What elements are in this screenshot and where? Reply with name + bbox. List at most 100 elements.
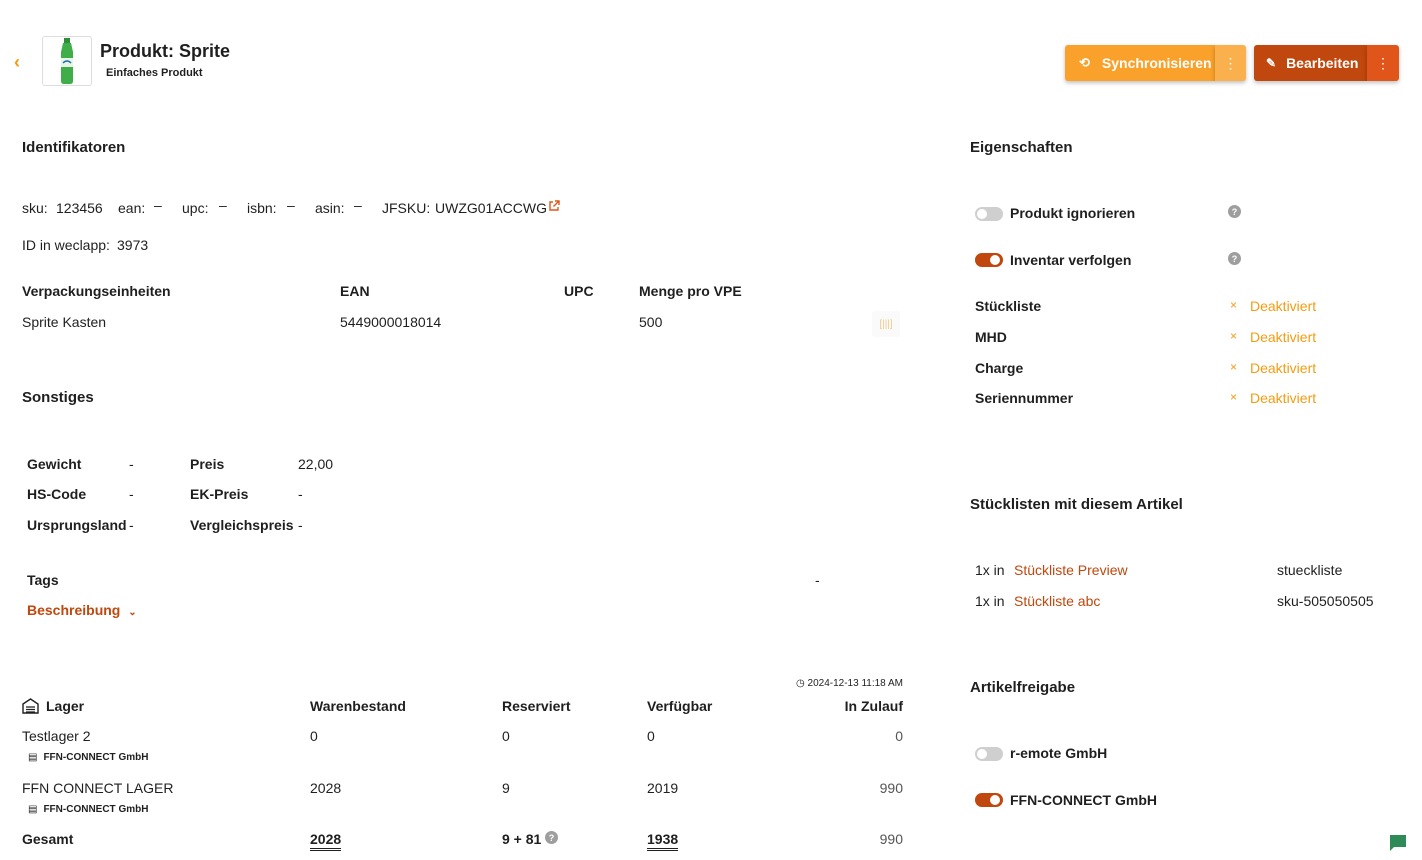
property-status: Deaktiviert [1250, 298, 1317, 314]
document-icon: ▤ [28, 804, 38, 815]
jfsku-label: JFSKU: [382, 200, 431, 216]
close-icon: × [1230, 390, 1238, 404]
col-header-lager: Lager [46, 698, 85, 714]
page-title: Produkt: Sprite [100, 41, 231, 61]
stock-row-zulauf: 0 [895, 728, 903, 744]
isbn-value: – [287, 197, 295, 213]
chat-icon[interactable] [1388, 833, 1410, 855]
col-header-zulauf: In Zulauf [844, 698, 903, 714]
stock-row-reserviert: 0 [502, 728, 510, 744]
col-header-reserviert: Reserviert [502, 698, 571, 714]
stock-row-owner: ▤ FFN-CONNECT GmbH [28, 804, 149, 815]
description-toggle[interactable]: Beschreibung ⌄ [27, 602, 137, 618]
sku-value: 123456 [56, 200, 103, 216]
timestamp-text: 2024-12-13 11:18 AM [807, 678, 903, 689]
bom-qty: 1x in [975, 593, 1005, 609]
stock-total-reserviert: 9 + 81 [502, 831, 542, 847]
property-status: Deaktiviert [1250, 329, 1317, 345]
close-icon: × [1230, 298, 1238, 312]
help-icon[interactable]: ? [1228, 205, 1241, 218]
bom-heading: Stücklisten mit diesem Artikel [970, 496, 1183, 513]
stock-row-verfuegbar: 2019 [647, 780, 679, 796]
more-vertical-icon: ⋮ [1223, 55, 1238, 71]
release-heading: Artikelfreigabe [970, 679, 1076, 696]
bom-sku: stueckliste [1277, 562, 1343, 578]
release-toggle-remote[interactable] [975, 747, 1003, 761]
packaging-ean: 5449000018014 [340, 314, 442, 330]
origin-value: - [129, 517, 134, 533]
sync-more-button[interactable]: ⋮ [1215, 45, 1246, 81]
product-type: Einfaches Produkt [106, 67, 203, 79]
barcode-icon: [|||] [879, 318, 893, 330]
product-image [42, 36, 92, 86]
bom-link[interactable]: Stückliste Preview [1014, 562, 1128, 578]
asin-value: – [354, 197, 362, 213]
stock-row-name: Testlager 2 [22, 728, 91, 744]
close-icon: × [1230, 360, 1238, 374]
col-header-packaging: Verpackungseinheiten [22, 283, 171, 299]
property-status: Deaktiviert [1250, 360, 1317, 376]
sync-label: Synchronisieren [1101, 55, 1212, 71]
ean-label: ean: [118, 200, 146, 216]
misc-heading: Sonstiges [22, 389, 94, 406]
more-vertical-icon: ⋮ [1376, 55, 1390, 71]
stock-total-label: Gesamt [22, 831, 74, 847]
help-icon[interactable]: ? [545, 831, 558, 844]
col-header-qty: Menge pro VPE [639, 283, 742, 299]
stock-row-bestand: 0 [310, 728, 318, 744]
property-status: Deaktiviert [1250, 390, 1317, 406]
sync-button[interactable]: ⟲ Synchronisieren [1065, 45, 1215, 81]
back-chevron-icon[interactable]: ‹ [14, 52, 20, 73]
track-inventory-toggle[interactable] [975, 253, 1003, 267]
release-toggle-ffn[interactable] [975, 793, 1003, 807]
pencil-icon: ✎ [1266, 56, 1277, 70]
weight-label: Gewicht [27, 456, 82, 472]
edit-more-button[interactable]: ⋮ [1367, 45, 1399, 81]
description-label: Beschreibung [27, 602, 121, 618]
stock-row-owner: ▤ FFN-CONNECT GmbH [28, 752, 149, 763]
col-header-upc: UPC [564, 283, 594, 299]
external-link-icon[interactable] [548, 199, 560, 215]
weight-value: - [129, 456, 134, 472]
stock-row-zulauf: 990 [879, 780, 903, 796]
warehouse-icon [22, 698, 39, 717]
jfsku-value: UWZG01ACCWG [435, 200, 547, 216]
properties-heading: Eigenschaften [970, 139, 1073, 156]
ek-price-label: EK-Preis [190, 486, 249, 502]
barcode-scan-button[interactable]: [|||] [872, 311, 900, 337]
help-icon[interactable]: ? [1228, 252, 1241, 265]
price-label: Preis [190, 456, 225, 472]
upc-value: – [219, 197, 227, 213]
tags-label: Tags [27, 572, 59, 588]
stock-row-reserviert: 9 [502, 780, 510, 796]
compare-price-label: Vergleichspreis [190, 517, 294, 533]
property-label: Stückliste [975, 298, 1042, 314]
weclapp-id-label: ID in weclapp: [22, 237, 110, 253]
ignore-product-toggle[interactable] [975, 207, 1003, 221]
edit-button[interactable]: ✎ Bearbeiten [1254, 45, 1367, 81]
tags-value: - [815, 572, 820, 588]
stock-row-verfuegbar: 0 [647, 728, 655, 744]
col-header-warenbestand: Warenbestand [310, 698, 406, 714]
packaging-qty: 500 [639, 314, 663, 330]
stock-row-name: FFN CONNECT LAGER [22, 780, 174, 796]
stock-timestamp: ◷ 2024-12-13 11:18 AM [796, 678, 903, 689]
close-icon: × [1230, 329, 1238, 343]
col-header-verfuegbar: Verfügbar [647, 698, 713, 714]
stock-row-bestand: 2028 [310, 780, 342, 796]
bom-qty: 1x in [975, 562, 1005, 578]
upc-label: upc: [182, 200, 209, 216]
stock-total-bestand: 2028 [310, 831, 342, 851]
identifiers-heading: Identifikatoren [22, 139, 126, 156]
price-value: 22,00 [298, 456, 334, 472]
release-label: r-emote GmbH [1010, 745, 1108, 761]
chevron-down-icon: ⌄ [128, 607, 137, 618]
property-label: MHD [975, 329, 1007, 345]
edit-label: Bearbeiten [1286, 55, 1359, 71]
stock-total-verfuegbar: 1938 [647, 831, 679, 851]
ek-price-value: - [298, 486, 303, 502]
bom-link[interactable]: Stückliste abc [1014, 593, 1100, 609]
document-icon: ▤ [28, 752, 38, 763]
release-label: FFN-CONNECT GmbH [1010, 792, 1157, 808]
stock-total-zulauf: 990 [879, 831, 903, 847]
